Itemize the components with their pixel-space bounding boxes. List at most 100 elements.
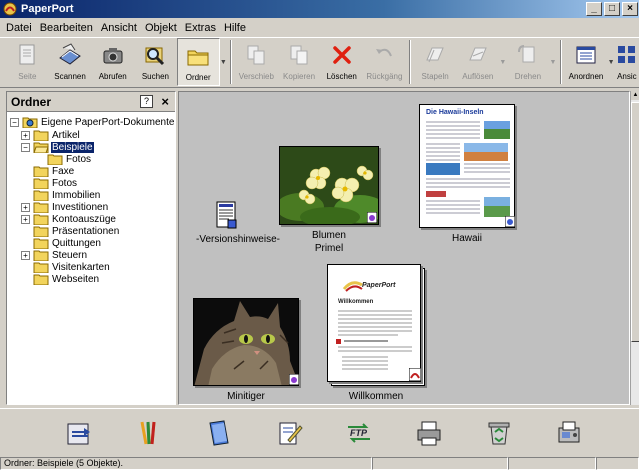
ftp-icon: FTP	[348, 422, 370, 443]
tree-item-immobilien[interactable]: Immobilien	[7, 189, 175, 201]
minimize-button[interactable]: _	[586, 2, 602, 16]
send-to-ftp[interactable]: FTP	[324, 413, 394, 453]
send-to-notepad[interactable]	[184, 413, 254, 453]
tree-item-artikel[interactable]: + Artikel	[7, 129, 175, 141]
document-caption: Willkommen	[348, 391, 404, 402]
scan-button[interactable]: Scannen	[49, 38, 92, 86]
arrange-dropdown-arrow-icon[interactable]: ▼	[607, 38, 615, 86]
arrange-button[interactable]: Anordnen	[565, 38, 608, 86]
undo-button[interactable]: Rückgäng	[363, 38, 406, 86]
arrange-icon	[576, 46, 596, 64]
tree-item-label: Webseiten	[52, 273, 100, 285]
delete-button[interactable]: Löschen	[320, 38, 363, 86]
ftp-icon-label: FTP	[350, 428, 368, 438]
acquire-label: Abrufen	[98, 72, 127, 81]
folder-icon	[33, 130, 49, 141]
tree-item-visitenkarten[interactable]: Visitenkarten	[7, 261, 175, 273]
menu-bar: Datei Bearbeiten Ansicht Objekt Extras H…	[0, 19, 639, 36]
recycle-icon	[488, 422, 510, 444]
send-to-scanner-link[interactable]	[44, 413, 114, 453]
copy-button[interactable]: Kopieren	[278, 38, 321, 86]
expand-icon[interactable]: +	[21, 251, 30, 260]
tree-item-praesentationen[interactable]: Präsentationen	[7, 225, 175, 237]
collapse-icon[interactable]: −	[21, 143, 30, 152]
send-to-fax[interactable]	[534, 413, 604, 453]
primrose-image	[280, 147, 378, 224]
send-to-recycle[interactable]	[464, 413, 534, 453]
send-to-printer[interactable]	[394, 413, 464, 453]
view-button[interactable]: Ansic	[615, 38, 639, 86]
menu-extras[interactable]: Extras	[181, 22, 220, 34]
tree-root[interactable]: − Eigene PaperPort-Dokumente	[7, 116, 175, 129]
maximize-button[interactable]: □	[604, 2, 620, 16]
folder-icon	[33, 262, 49, 273]
scrollbar-thumb[interactable]	[631, 102, 639, 342]
document-item-willkommen[interactable]: PaperPort Willkommen Willkommen	[327, 264, 425, 406]
tree-item-beispiele[interactable]: − Beispiele	[7, 141, 175, 153]
unstack-dropdown-arrow-icon[interactable]: ▼	[499, 38, 506, 86]
tree-item-kontoauszuege[interactable]: + Kontoauszüge	[7, 213, 175, 225]
document-item-blumen[interactable]: Blumen Primel	[279, 146, 379, 256]
move-icon	[247, 45, 265, 65]
status-panel-4	[596, 457, 639, 470]
editor-icon	[279, 422, 303, 444]
folder-icon	[33, 166, 49, 177]
pdf-type-badge-icon	[409, 368, 421, 381]
stack-label: Stapeln	[421, 72, 449, 81]
tree-item-investitionen[interactable]: + Investitionen	[7, 201, 175, 213]
expand-icon[interactable]: +	[21, 131, 30, 140]
move-button[interactable]: Verschieb	[235, 38, 278, 86]
search-button[interactable]: Suchen	[134, 38, 177, 86]
help-icon[interactable]: ?	[140, 95, 153, 108]
hawaii-heading: Die Hawaii-Inseln	[426, 109, 484, 116]
toolbar-separator	[230, 40, 233, 84]
unstack-button[interactable]: Auflösen	[456, 38, 499, 86]
tree-item-steuern[interactable]: + Steuern	[7, 249, 175, 261]
document-type-badge-icon	[505, 216, 515, 227]
tree-item-beispiele-fotos[interactable]: Fotos	[7, 153, 175, 165]
paperport-app-icon[interactable]	[3, 2, 17, 16]
folder-icon	[33, 214, 49, 225]
scroll-up-arrow-icon[interactable]: ▲	[631, 91, 639, 100]
menu-datei[interactable]: Datei	[2, 22, 36, 34]
document-item-hawaii[interactable]: Die Hawaii-Inseln Hawaii	[419, 104, 517, 254]
scan-label: Scannen	[54, 72, 86, 81]
camera-icon	[103, 48, 123, 64]
rotate-dropdown-arrow-icon[interactable]: ▼	[549, 38, 556, 86]
status-text: Ordner: Beispiele (5 Objekte).	[0, 457, 372, 470]
stack-button[interactable]: Stapeln	[414, 38, 457, 86]
tree-item-quittungen[interactable]: Quittungen	[7, 237, 175, 249]
collapse-root-icon[interactable]: −	[10, 118, 19, 127]
tree-item-fotos[interactable]: Fotos	[7, 177, 175, 189]
document-item-versionshinweise[interactable]: -Versionshinweise-	[196, 200, 280, 250]
document-item-minitiger[interactable]: Minitiger	[193, 298, 299, 406]
vertical-scrollbar[interactable]: ▲	[630, 91, 639, 405]
folder-pane: Ordner ? × − Eigene PaperPort-Dokumente …	[6, 91, 176, 405]
tree-item-label: Faxe	[52, 165, 75, 177]
menu-ansicht[interactable]: Ansicht	[97, 22, 141, 34]
folder-pane-title: Ordner	[11, 94, 52, 109]
folder-dropdown-arrow-icon[interactable]: ▼	[220, 38, 227, 86]
menu-objekt[interactable]: Objekt	[141, 22, 181, 34]
tree-item-webseiten[interactable]: Webseiten	[7, 273, 175, 285]
close-button[interactable]: ×	[622, 2, 638, 16]
close-pane-icon[interactable]: ×	[161, 94, 169, 109]
folder-button[interactable]: Ordner	[176, 38, 220, 86]
printer-icon	[417, 421, 441, 445]
folder-icon	[47, 154, 63, 165]
tree-root-label: Eigene PaperPort-Dokumente	[41, 117, 175, 128]
copy-label: Kopieren	[283, 72, 316, 81]
document-desktop[interactable]: -Versionshinweise- Blumen Primel Die Haw…	[178, 91, 630, 405]
rotate-button[interactable]: Drehen	[507, 38, 550, 86]
send-to-editor[interactable]	[254, 413, 324, 453]
tree-item-faxe[interactable]: Faxe	[7, 165, 175, 177]
expand-icon[interactable]: +	[21, 203, 30, 212]
hawaii-page-thumbnail: Die Hawaii-Inseln	[419, 104, 515, 228]
send-to-paint[interactable]	[114, 413, 184, 453]
acquire-button[interactable]: Abrufen	[91, 38, 134, 86]
expand-icon[interactable]: +	[21, 215, 30, 224]
willkommen-logo-text: PaperPort	[362, 282, 396, 289]
menu-bearbeiten[interactable]: Bearbeiten	[36, 22, 97, 34]
menu-hilfe[interactable]: Hilfe	[220, 22, 250, 34]
page-button[interactable]: Seite	[6, 38, 49, 86]
